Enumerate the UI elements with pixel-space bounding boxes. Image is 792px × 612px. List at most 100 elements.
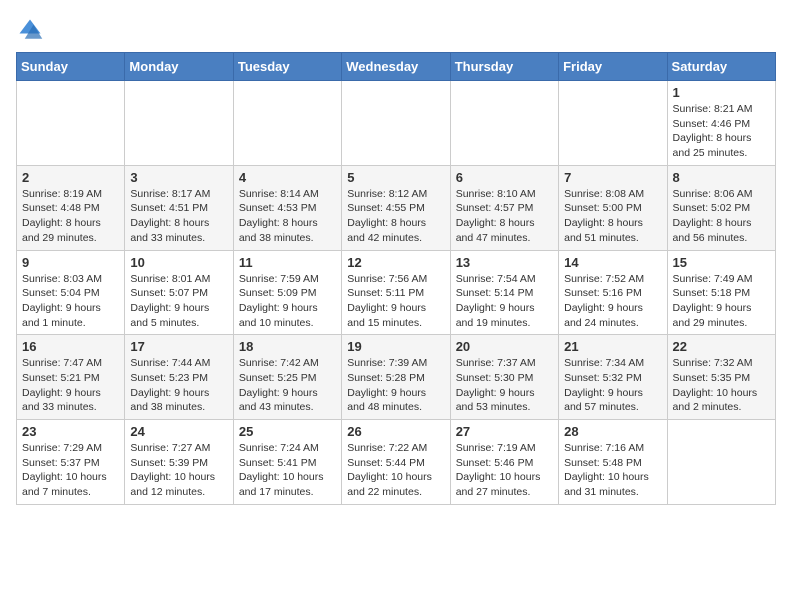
day-number: 7 (564, 170, 661, 185)
day-number: 24 (130, 424, 227, 439)
calendar-day-cell: 28Sunrise: 7:16 AM Sunset: 5:48 PM Dayli… (559, 420, 667, 505)
calendar-header-row: SundayMondayTuesdayWednesdayThursdayFrid… (17, 53, 776, 81)
calendar-day-cell: 13 Sunrise: 7:54 AM Sunset: 5:14 PM Dayli… (450, 250, 558, 335)
calendar-week-row: 1 Sunrise: 8:21 AM Sunset: 4:46 PM Daylig… (17, 81, 776, 166)
day-number: 25 (239, 424, 336, 439)
calendar-weekday-header: Wednesday (342, 53, 450, 81)
calendar-day-cell (559, 81, 667, 166)
calendar-day-cell: 26 Sunrise: 7:22 AM Sunset: 5:44 PM Dayli… (342, 420, 450, 505)
calendar-day-cell: 19Sunrise: 7:39 AM Sunset: 5:28 PM Dayli… (342, 335, 450, 420)
day-number: 20 (456, 339, 553, 354)
calendar-day-cell: 10 Sunrise: 8:01 AM Sunset: 5:07 PM Dayli… (125, 250, 233, 335)
day-info: Sunrise: 7:47 AM Sunset: 5:21 PM Dayligh… (22, 356, 119, 415)
day-info: Sunrise: 7:49 AM Sunset: 5:18 PM Dayligh… (673, 272, 770, 331)
day-number: 10 (130, 255, 227, 270)
calendar-day-cell: 25 Sunrise: 7:24 AM Sunset: 5:41 PM Dayli… (233, 420, 341, 505)
day-number: 12 (347, 255, 444, 270)
day-info: Sunrise: 7:22 AM Sunset: 5:44 PM Dayligh… (347, 441, 444, 500)
day-number: 16 (22, 339, 119, 354)
day-number: 18 (239, 339, 336, 354)
calendar-week-row: 16 Sunrise: 7:47 AM Sunset: 5:21 PM Dayli… (17, 335, 776, 420)
calendar-day-cell: 18 Sunrise: 7:42 AM Sunset: 5:25 PM Dayli… (233, 335, 341, 420)
calendar-day-cell: 1 Sunrise: 8:21 AM Sunset: 4:46 PM Daylig… (667, 81, 775, 166)
calendar-weekday-header: Saturday (667, 53, 775, 81)
day-info: Sunrise: 7:29 AM Sunset: 5:37 PM Dayligh… (22, 441, 119, 500)
logo-icon (16, 16, 44, 44)
day-info: Sunrise: 7:39 AM Sunset: 5:28 PM Dayligh… (347, 356, 444, 415)
calendar-day-cell (17, 81, 125, 166)
day-number: 27 (456, 424, 553, 439)
day-info: Sunrise: 7:32 AM Sunset: 5:35 PM Dayligh… (673, 356, 770, 415)
day-info: Sunrise: 8:19 AM Sunset: 4:48 PM Dayligh… (22, 187, 119, 246)
calendar-day-cell: 8 Sunrise: 8:06 AM Sunset: 5:02 PM Daylig… (667, 165, 775, 250)
day-info: Sunrise: 8:01 AM Sunset: 5:07 PM Dayligh… (130, 272, 227, 331)
day-number: 22 (673, 339, 770, 354)
calendar-day-cell: 9 Sunrise: 8:03 AM Sunset: 5:04 PM Daylig… (17, 250, 125, 335)
calendar-day-cell (125, 81, 233, 166)
calendar-week-row: 2 Sunrise: 8:19 AM Sunset: 4:48 PM Daylig… (17, 165, 776, 250)
calendar-day-cell: 23 Sunrise: 7:29 AM Sunset: 5:37 PM Dayli… (17, 420, 125, 505)
logo (16, 16, 48, 44)
day-info: Sunrise: 7:44 AM Sunset: 5:23 PM Dayligh… (130, 356, 227, 415)
calendar-week-row: 9 Sunrise: 8:03 AM Sunset: 5:04 PM Daylig… (17, 250, 776, 335)
calendar-day-cell: 7Sunrise: 8:08 AM Sunset: 5:00 PM Daylig… (559, 165, 667, 250)
day-info: Sunrise: 7:27 AM Sunset: 5:39 PM Dayligh… (130, 441, 227, 500)
calendar-weekday-header: Thursday (450, 53, 558, 81)
calendar-day-cell: 21 Sunrise: 7:34 AM Sunset: 5:32 PM Dayli… (559, 335, 667, 420)
day-info: Sunrise: 8:06 AM Sunset: 5:02 PM Dayligh… (673, 187, 770, 246)
day-number: 1 (673, 85, 770, 100)
day-number: 23 (22, 424, 119, 439)
day-number: 26 (347, 424, 444, 439)
calendar-weekday-header: Monday (125, 53, 233, 81)
day-number: 8 (673, 170, 770, 185)
calendar-day-cell: 4Sunrise: 8:14 AM Sunset: 4:53 PM Daylig… (233, 165, 341, 250)
day-number: 21 (564, 339, 661, 354)
day-number: 2 (22, 170, 119, 185)
day-info: Sunrise: 8:03 AM Sunset: 5:04 PM Dayligh… (22, 272, 119, 331)
day-info: Sunrise: 8:17 AM Sunset: 4:51 PM Dayligh… (130, 187, 227, 246)
day-info: Sunrise: 7:37 AM Sunset: 5:30 PM Dayligh… (456, 356, 553, 415)
day-info: Sunrise: 7:34 AM Sunset: 5:32 PM Dayligh… (564, 356, 661, 415)
day-number: 11 (239, 255, 336, 270)
calendar-week-row: 23 Sunrise: 7:29 AM Sunset: 5:37 PM Dayli… (17, 420, 776, 505)
calendar-day-cell: 20 Sunrise: 7:37 AM Sunset: 5:30 PM Dayli… (450, 335, 558, 420)
calendar-day-cell: 12 Sunrise: 7:56 AM Sunset: 5:11 PM Dayli… (342, 250, 450, 335)
calendar-day-cell: 22 Sunrise: 7:32 AM Sunset: 5:35 PM Dayli… (667, 335, 775, 420)
calendar-day-cell (450, 81, 558, 166)
day-info: Sunrise: 7:42 AM Sunset: 5:25 PM Dayligh… (239, 356, 336, 415)
page-header (16, 16, 776, 44)
day-number: 13 (456, 255, 553, 270)
calendar-day-cell: 17 Sunrise: 7:44 AM Sunset: 5:23 PM Dayli… (125, 335, 233, 420)
calendar-weekday-header: Friday (559, 53, 667, 81)
calendar-day-cell (667, 420, 775, 505)
calendar-day-cell (233, 81, 341, 166)
day-number: 9 (22, 255, 119, 270)
calendar-day-cell: 16 Sunrise: 7:47 AM Sunset: 5:21 PM Dayli… (17, 335, 125, 420)
day-info: Sunrise: 7:52 AM Sunset: 5:16 PM Dayligh… (564, 272, 661, 331)
day-info: Sunrise: 8:14 AM Sunset: 4:53 PM Dayligh… (239, 187, 336, 246)
calendar-day-cell: 3 Sunrise: 8:17 AM Sunset: 4:51 PM Daylig… (125, 165, 233, 250)
day-info: Sunrise: 8:10 AM Sunset: 4:57 PM Dayligh… (456, 187, 553, 246)
day-number: 5 (347, 170, 444, 185)
day-info: Sunrise: 7:19 AM Sunset: 5:46 PM Dayligh… (456, 441, 553, 500)
calendar-weekday-header: Sunday (17, 53, 125, 81)
calendar-day-cell (342, 81, 450, 166)
day-info: Sunrise: 8:21 AM Sunset: 4:46 PM Dayligh… (673, 102, 770, 161)
calendar-day-cell: 24 Sunrise: 7:27 AM Sunset: 5:39 PM Dayli… (125, 420, 233, 505)
day-info: Sunrise: 7:56 AM Sunset: 5:11 PM Dayligh… (347, 272, 444, 331)
calendar-day-cell: 2 Sunrise: 8:19 AM Sunset: 4:48 PM Daylig… (17, 165, 125, 250)
calendar-weekday-header: Tuesday (233, 53, 341, 81)
day-number: 6 (456, 170, 553, 185)
day-info: Sunrise: 7:24 AM Sunset: 5:41 PM Dayligh… (239, 441, 336, 500)
day-info: Sunrise: 7:54 AM Sunset: 5:14 PM Dayligh… (456, 272, 553, 331)
calendar-day-cell: 27 Sunrise: 7:19 AM Sunset: 5:46 PM Dayli… (450, 420, 558, 505)
day-number: 3 (130, 170, 227, 185)
day-number: 17 (130, 339, 227, 354)
day-info: Sunrise: 8:12 AM Sunset: 4:55 PM Dayligh… (347, 187, 444, 246)
calendar-day-cell: 15 Sunrise: 7:49 AM Sunset: 5:18 PM Dayli… (667, 250, 775, 335)
day-info: Sunrise: 7:59 AM Sunset: 5:09 PM Dayligh… (239, 272, 336, 331)
calendar-table: SundayMondayTuesdayWednesdayThursdayFrid… (16, 52, 776, 505)
day-info: Sunrise: 7:16 AM Sunset: 5:48 PM Dayligh… (564, 441, 661, 500)
day-number: 15 (673, 255, 770, 270)
day-number: 14 (564, 255, 661, 270)
